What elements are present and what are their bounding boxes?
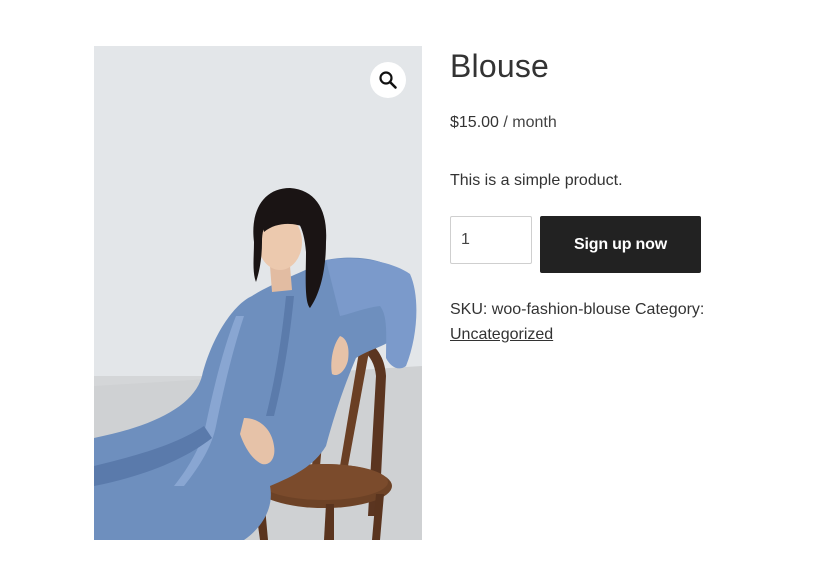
product-summary: Blouse $15.00 / month This is a simple p… — [450, 46, 750, 347]
zoom-button[interactable] — [370, 62, 406, 98]
price-amount: $15.00 — [450, 114, 499, 131]
category-label: Category: — [630, 301, 705, 318]
price-period: / month — [498, 114, 557, 131]
quantity-input[interactable] — [450, 216, 532, 264]
sku-label: SKU: — [450, 301, 492, 318]
sign-up-button[interactable]: Sign up now — [540, 216, 701, 273]
product-gallery — [94, 46, 422, 540]
short-description: This is a simple product. — [450, 172, 623, 189]
sku-value: woo-fashion-blouse — [491, 301, 631, 318]
category-link[interactable]: Uncategorized — [450, 326, 553, 343]
product-image[interactable] — [94, 46, 422, 540]
add-to-cart-form: Sign up now — [450, 216, 750, 273]
product-price: $15.00 / month — [450, 112, 750, 134]
product-title: Blouse — [450, 48, 550, 84]
magnifier-icon — [379, 71, 397, 89]
product-meta: SKU: woo-fashion-blouse Category: Uncate… — [450, 297, 750, 347]
